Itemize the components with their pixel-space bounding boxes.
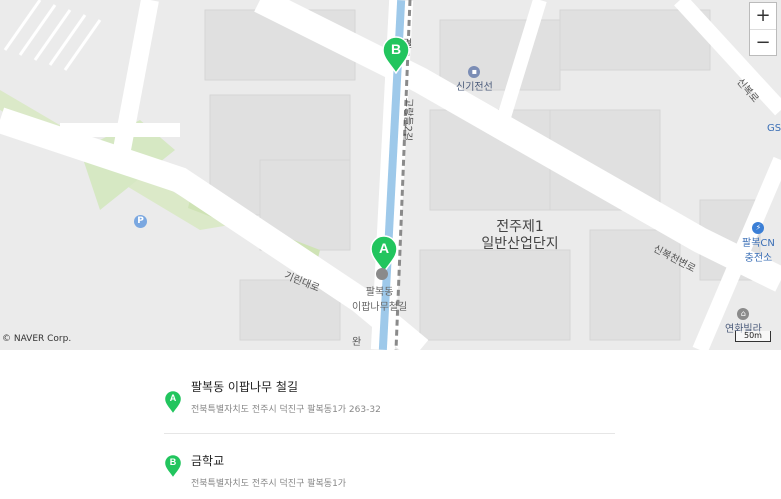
marker-b-letter: B — [390, 41, 402, 57]
list-marker-a: A — [164, 390, 182, 414]
marker-a-map-label-1: 팔복동 — [365, 287, 394, 298]
list-marker-b-letter: B — [169, 457, 177, 467]
marker-a-letter: A — [378, 240, 390, 256]
poi-charge-label-1: 팔복CN — [742, 238, 775, 249]
list-marker-a-letter: A — [169, 393, 177, 403]
poi-charge-label-2: 충전소 — [744, 253, 773, 264]
parking-icon[interactable]: P — [134, 215, 147, 228]
district-label-line1: 전주제1 — [496, 219, 544, 235]
zoom-out-button[interactable]: − — [750, 29, 776, 55]
poi-sinki-label: 신기전선 — [456, 82, 493, 93]
list-item[interactable]: A 팔복동 이팝나무 철길 전북특별자치도 전주시 덕진구 팔복동1가 263-… — [164, 378, 615, 433]
road-label-vertical-bottom: 완 — [352, 337, 362, 348]
poi-charging-station[interactable]: ⚡ 팔복CN 충전소 — [742, 222, 775, 264]
map-copyright: © NAVER Corp. — [2, 334, 72, 344]
marker-a-map-label-2: 이팝나무철길 — [352, 302, 408, 313]
place-address: 전북특별자치도 전주시 덕진구 팔복동1가 — [191, 479, 347, 489]
marker-b[interactable]: B — [381, 36, 411, 75]
zoom-control: + − — [749, 2, 777, 56]
place-name[interactable]: 팔복동 이팝나무 철길 — [191, 378, 615, 395]
place-list: A 팔복동 이팝나무 철길 전북특별자치도 전주시 덕진구 팔복동1가 263-… — [164, 370, 615, 499]
building-icon: ▪ — [468, 66, 481, 78]
map-view[interactable]: 기린대로 신복로 신복천변로 고랑들2길 완 길 전주제1 일반산업단지 ▪ 신… — [0, 0, 781, 350]
district-label: 전주제1 일반산업단지 — [470, 219, 570, 253]
list-marker-b: B — [164, 454, 182, 478]
home-icon: ⌂ — [737, 308, 750, 320]
marker-a[interactable]: A — [369, 235, 399, 274]
zoom-in-button[interactable]: + — [750, 3, 776, 29]
place-address: 전북특별자치도 전주시 덕진구 팔복동1가 263-32 — [191, 405, 381, 415]
scale-bar: 50m — [735, 331, 771, 342]
marker-a-map-label: 팔복동 이팝나무철길 — [352, 283, 407, 313]
charging-icon: ⚡ — [752, 222, 765, 234]
landmark-icon — [376, 268, 388, 280]
road-label-vertical: 고랑들2길 — [401, 97, 414, 142]
poi-sinki[interactable]: ▪ 신기전선 — [456, 66, 493, 93]
place-name[interactable]: 금학교 — [191, 452, 615, 469]
poi-gs-label[interactable]: GS — [767, 123, 781, 134]
list-item[interactable]: B 금학교 전북특별자치도 전주시 덕진구 팔복동1가 — [164, 433, 615, 499]
district-label-line2: 일반산업단지 — [481, 236, 559, 252]
